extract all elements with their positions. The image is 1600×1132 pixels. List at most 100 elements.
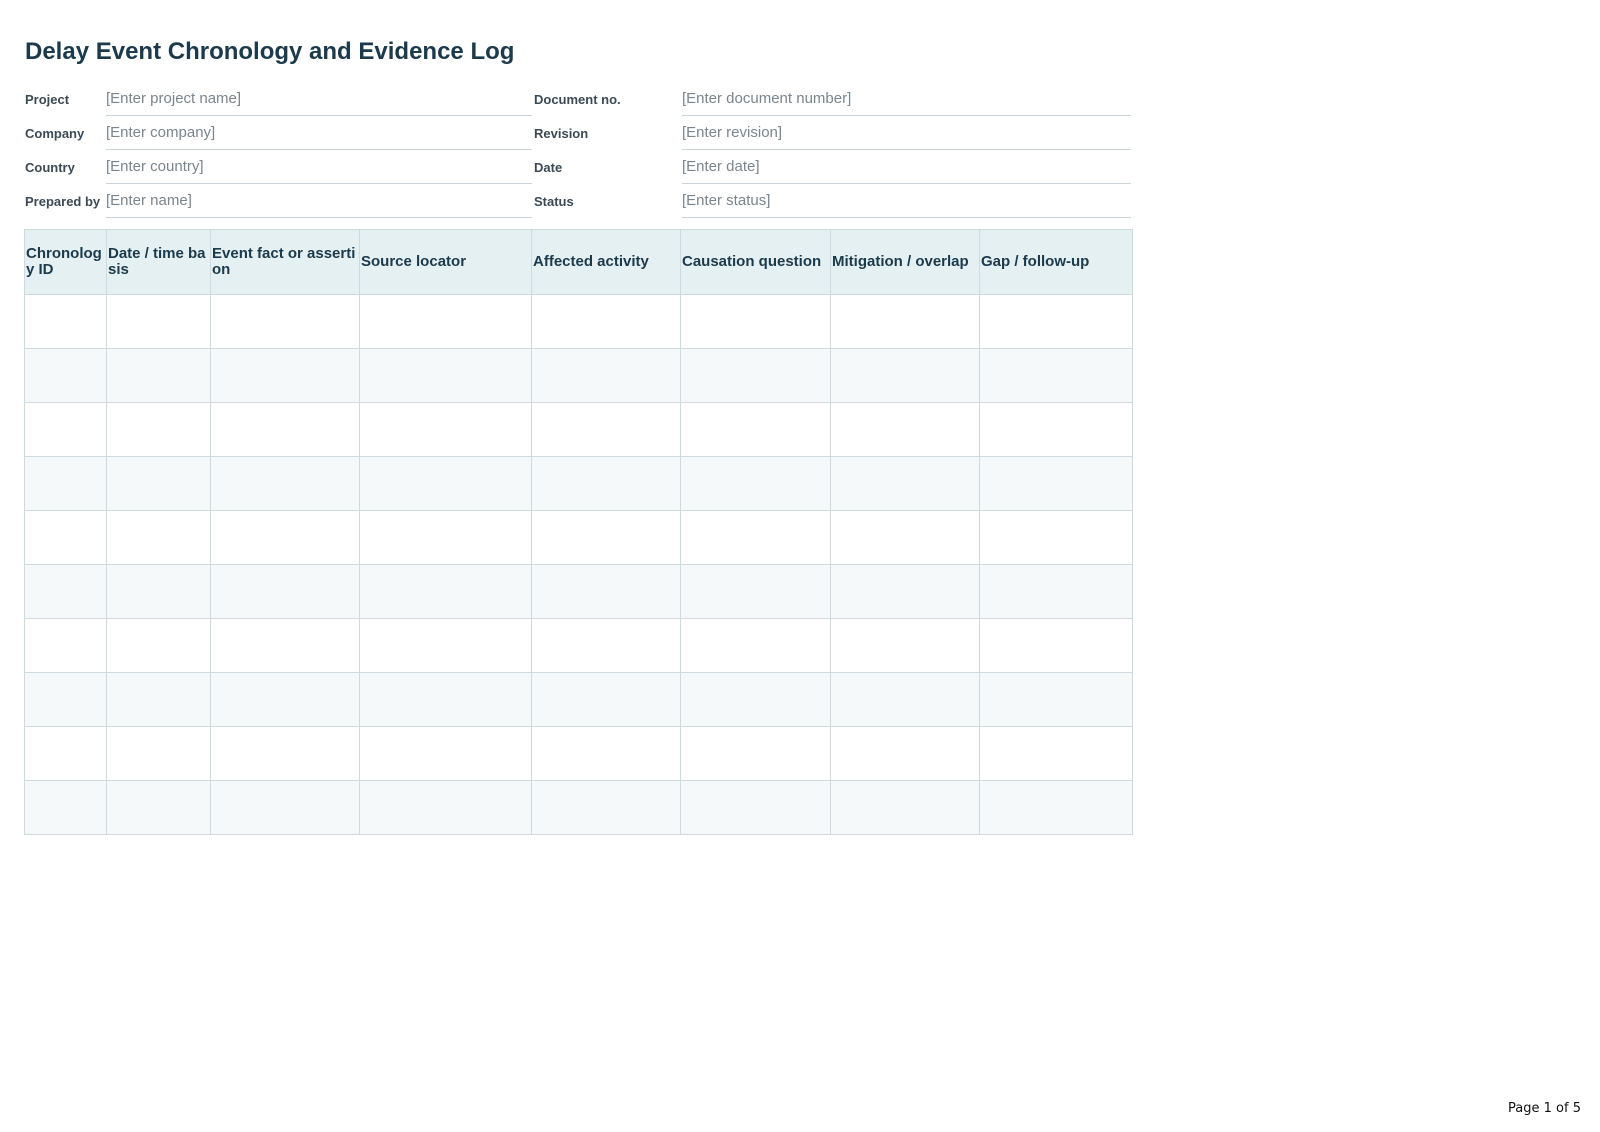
- table-cell[interactable]: [531, 564, 681, 619]
- table-cell[interactable]: [24, 348, 107, 403]
- date-field[interactable]: [Enter date]: [682, 152, 1131, 184]
- table-cell[interactable]: [210, 294, 360, 349]
- table-cell[interactable]: [210, 564, 360, 619]
- table-cell[interactable]: [979, 618, 1133, 673]
- column-header-causation-question: Causation question: [680, 229, 831, 295]
- table-cell[interactable]: [359, 780, 532, 835]
- table-cell[interactable]: [359, 510, 532, 565]
- table-cell[interactable]: [531, 402, 681, 457]
- table-cell[interactable]: [531, 348, 681, 403]
- table-cell[interactable]: [24, 672, 107, 727]
- table-cell[interactable]: [106, 726, 211, 781]
- table-cell[interactable]: [106, 456, 211, 511]
- table-cell[interactable]: [106, 402, 211, 457]
- table-cell[interactable]: [210, 456, 360, 511]
- table-cell[interactable]: [106, 618, 211, 673]
- table-cell[interactable]: [680, 510, 831, 565]
- table-cell[interactable]: [531, 510, 681, 565]
- table-cell[interactable]: [106, 348, 211, 403]
- table-cell[interactable]: [680, 564, 831, 619]
- table-cell[interactable]: [24, 510, 107, 565]
- table-cell[interactable]: [359, 726, 532, 781]
- table-cell[interactable]: [210, 402, 360, 457]
- country-field[interactable]: [Enter country]: [106, 152, 532, 184]
- table-cell[interactable]: [359, 402, 532, 457]
- project-field[interactable]: [Enter project name]: [106, 84, 532, 116]
- table-cell[interactable]: [359, 672, 532, 727]
- column-header-mitigation-overlap: Mitigation / overlap: [830, 229, 980, 295]
- table-cell[interactable]: [979, 672, 1133, 727]
- table-cell[interactable]: [830, 402, 980, 457]
- table-row: [24, 564, 1133, 619]
- prepared-by-field[interactable]: [Enter name]: [106, 186, 532, 218]
- table-cell[interactable]: [979, 402, 1133, 457]
- table-cell[interactable]: [106, 510, 211, 565]
- table-cell[interactable]: [106, 780, 211, 835]
- table-cell[interactable]: [680, 348, 831, 403]
- document-no-label: Document no.: [534, 92, 621, 107]
- table-cell[interactable]: [359, 564, 532, 619]
- column-header-gap-follow-up: Gap / follow-up: [979, 229, 1133, 295]
- table-cell[interactable]: [531, 780, 681, 835]
- table-cell[interactable]: [680, 726, 831, 781]
- table-cell[interactable]: [979, 564, 1133, 619]
- table-cell[interactable]: [680, 780, 831, 835]
- table-cell[interactable]: [680, 402, 831, 457]
- company-field[interactable]: [Enter company]: [106, 118, 532, 150]
- table-cell[interactable]: [359, 294, 532, 349]
- table-cell[interactable]: [830, 726, 980, 781]
- table-cell[interactable]: [531, 726, 681, 781]
- table-cell[interactable]: [210, 726, 360, 781]
- table-cell[interactable]: [359, 348, 532, 403]
- table-cell[interactable]: [210, 348, 360, 403]
- page-title: Delay Event Chronology and Evidence Log: [25, 38, 515, 65]
- table-cell[interactable]: [830, 780, 980, 835]
- table-cell[interactable]: [531, 294, 681, 349]
- table-cell[interactable]: [24, 618, 107, 673]
- table-cell[interactable]: [979, 510, 1133, 565]
- table-cell[interactable]: [830, 510, 980, 565]
- table-cell[interactable]: [979, 726, 1133, 781]
- table-cell[interactable]: [210, 780, 360, 835]
- table-row: [24, 618, 1133, 673]
- table-cell[interactable]: [979, 456, 1133, 511]
- table-cell[interactable]: [979, 348, 1133, 403]
- table-cell[interactable]: [979, 780, 1133, 835]
- table-cell[interactable]: [24, 402, 107, 457]
- table-cell[interactable]: [24, 294, 107, 349]
- table-cell[interactable]: [24, 456, 107, 511]
- table-cell[interactable]: [680, 618, 831, 673]
- document-no-field[interactable]: [Enter document number]: [682, 84, 1131, 116]
- table-cell[interactable]: [106, 672, 211, 727]
- company-label: Company: [25, 126, 85, 141]
- table-cell[interactable]: [830, 672, 980, 727]
- table-cell[interactable]: [830, 348, 980, 403]
- status-field[interactable]: [Enter status]: [682, 186, 1131, 218]
- table-cell[interactable]: [830, 564, 980, 619]
- table-row: [24, 348, 1133, 403]
- table-cell[interactable]: [210, 618, 360, 673]
- table-cell[interactable]: [531, 672, 681, 727]
- table-cell[interactable]: [24, 564, 107, 619]
- table-cell[interactable]: [106, 294, 211, 349]
- table-cell[interactable]: [830, 456, 980, 511]
- revision-field[interactable]: [Enter revision]: [682, 118, 1131, 150]
- table-cell[interactable]: [830, 294, 980, 349]
- table-cell[interactable]: [531, 618, 681, 673]
- table-cell[interactable]: [680, 456, 831, 511]
- table-cell[interactable]: [680, 672, 831, 727]
- table-cell[interactable]: [359, 456, 532, 511]
- page-number: Page 1 of 5: [1508, 1101, 1581, 1116]
- table-cell[interactable]: [830, 618, 980, 673]
- table-cell[interactable]: [359, 618, 532, 673]
- table-cell[interactable]: [24, 726, 107, 781]
- table-cell[interactable]: [210, 510, 360, 565]
- table-cell[interactable]: [210, 672, 360, 727]
- table-cell[interactable]: [531, 456, 681, 511]
- table-cell[interactable]: [680, 294, 831, 349]
- table-cell[interactable]: [979, 294, 1133, 349]
- table-row: [24, 726, 1133, 781]
- table-cell[interactable]: [106, 564, 211, 619]
- table-row: [24, 456, 1133, 511]
- table-cell[interactable]: [24, 780, 107, 835]
